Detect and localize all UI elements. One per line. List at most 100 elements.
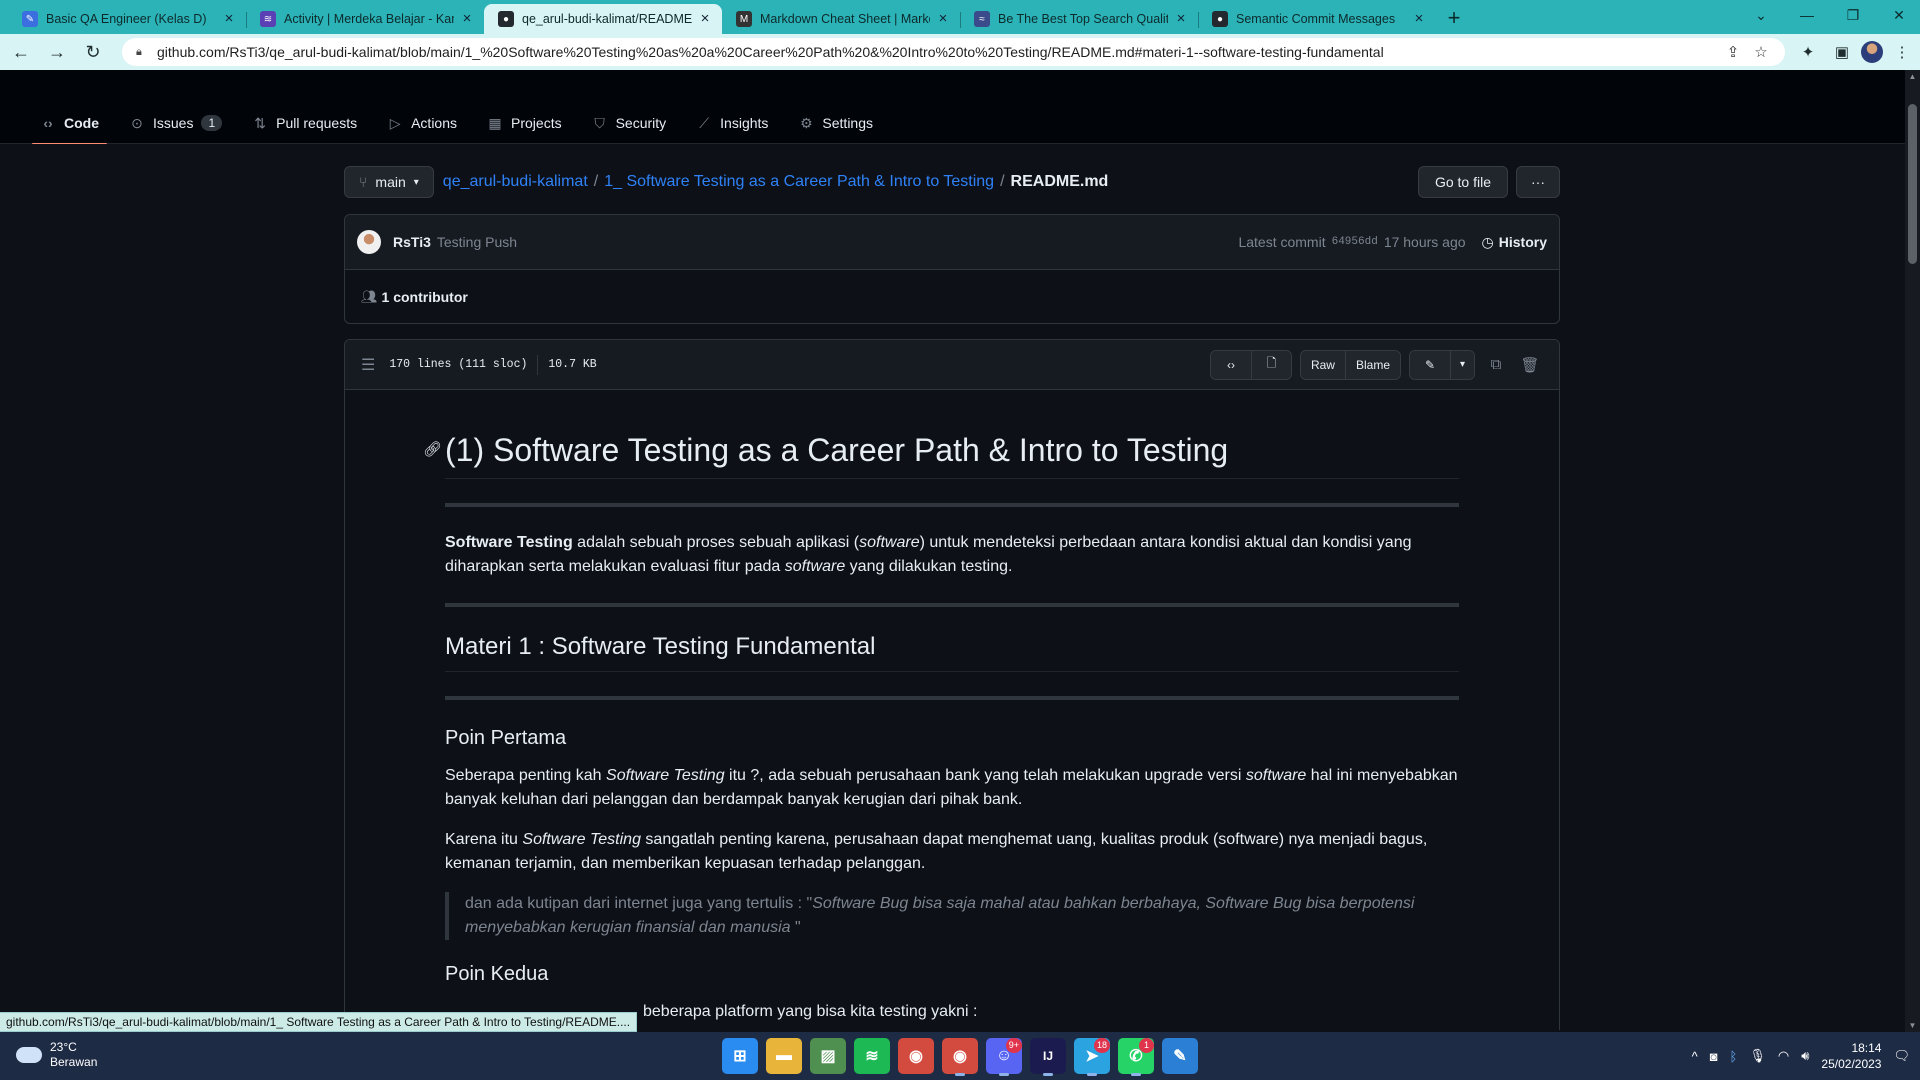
volume-icon[interactable]: 🔊︎ [1801,1048,1809,1064]
browser-tab[interactable]: ≋ Activity | Merdeka Belajar - Kamp × [246,4,484,34]
repo-tab-security[interactable]: ⛉ Security [584,108,675,138]
edit-group: ✎ ▾ [1409,349,1475,380]
browser-tab[interactable]: ● Semantic Commit Messages × [1198,4,1436,34]
copy-icon[interactable]: ⧉ [1483,356,1509,373]
table-icon: ▦ [488,114,502,131]
scrollbar-thumb[interactable] [1908,104,1917,264]
history-button[interactable]: ◷ History [1482,234,1547,251]
trash-icon[interactable]: 🗑︎ [1517,356,1543,374]
breadcrumb-separator: / [1000,173,1005,190]
close-tab-icon[interactable]: × [697,11,713,27]
scroll-down-icon[interactable]: ▼ [1908,1021,1917,1030]
chrome-icon[interactable]: ◉ [898,1038,934,1074]
tab-title: Be The Best Top Search Quality E [998,12,1168,26]
reload-button[interactable]: ↻ [78,37,108,67]
commit-author[interactable]: RsTi3 [393,234,431,250]
github-icon: ● [1212,11,1228,27]
close-tab-icon[interactable]: × [221,11,237,27]
bookmark-star-icon[interactable]: ☆ [1747,43,1775,61]
branch-select-button[interactable]: ⑂ main ▾ [344,166,434,198]
repo-tab-issues[interactable]: ⊙ Issues 1 [121,108,230,138]
share-icon[interactable]: ⇪ [1719,43,1747,61]
close-tab-icon[interactable]: × [1411,11,1427,27]
commit-sha[interactable]: 64956dd [1332,236,1378,248]
intellij-icon[interactable]: IJ [1030,1038,1066,1076]
repo-tab-insights[interactable]: ⟋ Insights [688,108,776,138]
breadcrumb-folder-link[interactable]: 1_ Software Testing as a Career Path & I… [604,173,994,191]
whatsapp-icon[interactable]: ✆ 1 [1118,1038,1154,1076]
clock[interactable]: 18:14 25/02/2023 [1821,1040,1881,1072]
repo-tab-settings[interactable]: ⚙ Settings [790,108,881,138]
close-tab-icon[interactable]: × [459,11,475,27]
browser-tab[interactable]: ✎ Basic QA Engineer (Kelas D) × [8,4,246,34]
p-text: Karena itu [445,831,523,848]
scroll-up-icon[interactable]: ▲ [1908,72,1917,81]
breadcrumb: qe_arul-budi-kalimat / 1_ Software Testi… [443,173,1109,191]
back-button[interactable]: ← [6,37,36,67]
raw-button[interactable]: Raw [1300,350,1345,379]
spotify-icon[interactable]: ≋ [854,1038,890,1074]
chrome-profile-icon[interactable]: ◉ [942,1038,978,1076]
repo-tab-projects[interactable]: ▦ Projects [479,108,570,138]
subheading-poin-pertama: Poin Pertama [445,727,567,749]
system-tray: ^ ◙ ᛒ 🎙︎ ◠ 🔊︎ 18:14 25/02/2023 🗨︎ [1692,1032,1910,1080]
tab-search-icon[interactable]: ⌄ [1738,0,1784,30]
contributors-row[interactable]: 👥︎ 1 contributor [345,270,1559,323]
forward-button[interactable]: → [42,37,72,67]
breadcrumb-repo-link[interactable]: qe_arul-budi-kalimat [443,173,588,191]
repo-tab-label: Insights [720,115,769,131]
blame-button[interactable]: Blame [1344,350,1400,379]
new-tab-button[interactable]: + [1436,4,1472,34]
paint-icon[interactable]: ✎ [1162,1038,1198,1074]
commit-message[interactable]: Testing Push [437,234,517,250]
code-view-icon[interactable]: ‹› [1210,350,1251,379]
edit-pencil-icon[interactable]: ✎ [1410,350,1450,379]
weather-widget[interactable]: 23°C Berawan [16,1040,97,1070]
repo-tab-pull-requests[interactable]: ⇅ Pull requests [244,108,365,138]
outline-list-icon[interactable]: ☰ [361,355,375,375]
author-avatar[interactable] [357,230,381,254]
browser-tab-strip: ✎ Basic QA Engineer (Kelas D) × ≋ Activity |… [0,0,1920,34]
p-em: Software Testing [606,767,725,784]
readme-content: 🔗︎ (1) Software Testing as a Career Path… [345,390,1559,1024]
telegram-icon[interactable]: ➤ 18 [1074,1038,1110,1076]
divider [537,354,539,375]
photos-icon[interactable]: ▨ [810,1038,846,1074]
extensions-icon[interactable]: ✦ [1793,43,1823,61]
notification-icon[interactable]: 🗨︎ [1893,1048,1910,1064]
tray-overflow-icon[interactable]: ^ [1692,1049,1698,1064]
page-scrollbar[interactable]: ▲ ▼ [1905,70,1920,1032]
link-anchor-icon[interactable]: 🔗︎ [423,430,442,470]
repo-tab-actions[interactable]: ▷ Actions [379,108,465,138]
address-bar[interactable]: 🔒︎ github.com/RsTi3/qe_arul-budi-kalimat… [122,38,1785,66]
repo-tab-code[interactable]: ‹› Code [32,108,107,145]
wifi-icon[interactable]: ◠ [1778,1048,1789,1064]
bluetooth-icon[interactable]: ᛒ [1730,1049,1738,1064]
readme-title-text: (1) Software Testing as a Career Path & … [445,432,1229,468]
profile-avatar[interactable] [1861,41,1883,63]
contributors-count[interactable]: 1 contributor [382,289,468,305]
lock-icon[interactable]: 🔒︎ [136,46,148,59]
browser-tab[interactable]: ● qe_arul-budi-kalimat/README.m × [484,4,722,34]
close-tab-icon[interactable]: × [935,11,951,27]
tray-app-icon[interactable]: ◙ [1710,1049,1718,1064]
browser-menu-icon[interactable]: ⋮ [1887,43,1917,61]
close-window-button[interactable]: ✕ [1876,0,1920,30]
more-options-button[interactable]: ··· [1516,166,1560,198]
edit-dropdown-icon[interactable]: ▾ [1450,350,1474,379]
microphone-icon[interactable]: 🎙︎ [1749,1048,1766,1064]
file-explorer-icon[interactable]: ▬ [766,1038,802,1074]
go-to-file-button[interactable]: Go to file [1417,166,1508,198]
close-tab-icon[interactable]: × [1173,11,1189,27]
browser-tab[interactable]: M Markdown Cheat Sheet | Markdo × [722,4,960,34]
restore-button[interactable]: ❐ [1830,0,1876,30]
preview-file-icon[interactable]: 🗋︎ [1250,350,1291,379]
windows-start-icon[interactable]: ⊞ [722,1038,758,1074]
discord-icon[interactable]: ☺ 9+ [986,1038,1022,1076]
horizontal-rule [445,603,1459,607]
side-panel-icon[interactable]: ▣ [1827,43,1857,61]
minimize-button[interactable]: — [1784,0,1830,30]
browser-tab[interactable]: ≈ Be The Best Top Search Quality E × [960,4,1198,34]
repo-tab-label: Issues [153,115,194,131]
url-text[interactable]: github.com/RsTi3/qe_arul-budi-kalimat/bl… [157,44,1719,60]
